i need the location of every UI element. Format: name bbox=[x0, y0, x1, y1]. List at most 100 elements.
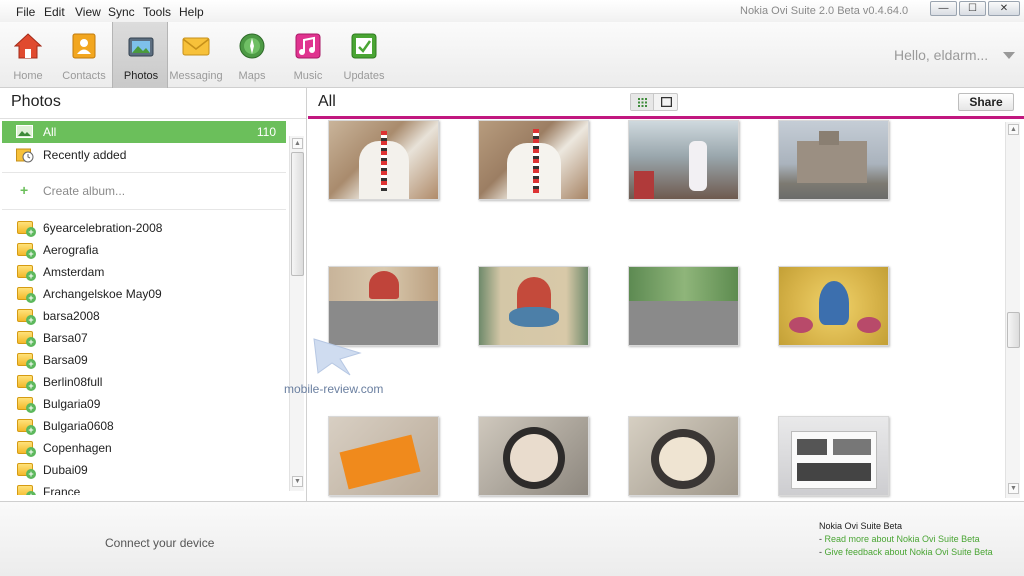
updates-icon bbox=[351, 33, 377, 59]
photo-thumbnail[interactable] bbox=[478, 120, 589, 200]
album-item[interactable]: barsa2008 bbox=[2, 305, 286, 327]
album-label: 6yearcelebration-2008 bbox=[43, 221, 163, 235]
watermark-logo bbox=[313, 338, 362, 376]
footer: Connect your device Nokia Ovi Suite Beta… bbox=[0, 501, 1024, 576]
album-item[interactable]: Archangelskoe May09 bbox=[2, 283, 286, 305]
toolbar-photos[interactable]: Photos bbox=[112, 22, 168, 88]
album-label: barsa2008 bbox=[43, 309, 100, 323]
menu-edit[interactable]: Edit bbox=[44, 5, 65, 19]
photo-detail bbox=[634, 171, 654, 199]
chevron-down-icon[interactable] bbox=[1003, 52, 1015, 59]
album-item[interactable]: Barsa07 bbox=[2, 327, 286, 349]
pane-title: All bbox=[318, 93, 336, 110]
single-view-button[interactable] bbox=[655, 94, 678, 110]
photo-thumbnail[interactable] bbox=[778, 120, 889, 200]
photo-detail bbox=[689, 141, 707, 191]
album-label: Barsa09 bbox=[43, 353, 88, 367]
album-item[interactable]: France bbox=[2, 481, 286, 495]
photo-scrollbar[interactable]: ▲ ▼ bbox=[1005, 122, 1020, 498]
photo-thumbnail[interactable] bbox=[328, 120, 439, 200]
photo-thumbnail[interactable] bbox=[778, 416, 889, 496]
photo-detail bbox=[797, 439, 827, 455]
scroll-up-icon[interactable]: ▲ bbox=[292, 138, 303, 149]
menu-sync[interactable]: Sync bbox=[108, 5, 135, 19]
toolbar-contacts[interactable]: Contacts bbox=[56, 22, 112, 88]
user-greeting[interactable]: Hello, eldarm... bbox=[894, 47, 988, 63]
folder-icon bbox=[17, 441, 36, 457]
album-item[interactable]: Barsa09 bbox=[2, 349, 286, 371]
toolbar-messaging[interactable]: Messaging bbox=[168, 22, 224, 88]
menu-tools[interactable]: Tools bbox=[143, 5, 171, 19]
grid-icon bbox=[638, 98, 647, 107]
photo-thumbnail[interactable] bbox=[628, 120, 739, 200]
scroll-down-icon[interactable]: ▼ bbox=[292, 476, 303, 487]
share-button[interactable]: Share bbox=[958, 93, 1014, 111]
folder-icon bbox=[17, 265, 36, 281]
album-item[interactable]: Bulgaria09 bbox=[2, 393, 286, 415]
scroll-thumb[interactable] bbox=[291, 152, 304, 276]
toolbar-label: Maps bbox=[238, 70, 266, 82]
connect-device-status: Connect your device bbox=[105, 536, 215, 550]
album-item[interactable]: Dubai09 bbox=[2, 459, 286, 481]
photo-thumbnail[interactable] bbox=[628, 416, 739, 496]
close-button[interactable]: ✕ bbox=[988, 1, 1020, 16]
album-item[interactable]: 6yearcelebration-2008 bbox=[2, 217, 286, 239]
toolbar-music[interactable]: Music bbox=[280, 22, 336, 88]
home-icon bbox=[14, 33, 42, 59]
photo-detail bbox=[381, 131, 387, 191]
folder-icon bbox=[17, 463, 36, 479]
photo-thumbnail[interactable] bbox=[478, 266, 589, 346]
album-scrollbar[interactable]: ▲ ▼ bbox=[289, 136, 304, 491]
album-item[interactable]: Berlin08full bbox=[2, 371, 286, 393]
photo-detail bbox=[819, 131, 839, 145]
toolbar-maps[interactable]: Maps bbox=[224, 22, 280, 88]
photo-thumbnail[interactable] bbox=[328, 416, 439, 496]
divider bbox=[308, 116, 1024, 119]
read-more-link[interactable]: - Read more about Nokia Ovi Suite Beta bbox=[819, 534, 980, 544]
watermark-text: mobile-review.com bbox=[284, 382, 384, 396]
photo-detail bbox=[533, 129, 539, 193]
album-list: 6yearcelebration-2008 Aerografia Amsterdam… bbox=[0, 88, 288, 495]
photo-detail bbox=[629, 267, 738, 301]
maximize-button[interactable]: ☐ bbox=[959, 1, 986, 16]
album-item[interactable]: Aerografia bbox=[2, 239, 286, 261]
give-feedback-link[interactable]: - Give feedback about Nokia Ovi Suite Be… bbox=[819, 547, 993, 557]
menu-help[interactable]: Help bbox=[179, 5, 204, 19]
minimize-button[interactable]: — bbox=[930, 1, 957, 16]
photo-thumbnail[interactable] bbox=[478, 416, 589, 496]
toolbar-label: Music bbox=[293, 70, 323, 82]
album-item[interactable]: Amsterdam bbox=[2, 261, 286, 283]
album-label: Barsa07 bbox=[43, 331, 88, 345]
photo-detail bbox=[659, 437, 707, 481]
give-feedback-link-text[interactable]: Give feedback about Nokia Ovi Suite Beta bbox=[825, 547, 993, 557]
toolbar-home[interactable]: Home bbox=[0, 22, 56, 88]
toolbar-label: Home bbox=[13, 70, 43, 82]
photo-detail bbox=[339, 434, 421, 490]
scroll-up-icon[interactable]: ▲ bbox=[1008, 124, 1019, 135]
folder-icon bbox=[17, 243, 36, 259]
folder-icon bbox=[17, 353, 36, 369]
photo-detail bbox=[833, 439, 871, 455]
photo-detail bbox=[819, 281, 849, 325]
maps-icon bbox=[239, 33, 265, 59]
album-label: Amsterdam bbox=[43, 265, 105, 279]
toolbar-updates[interactable]: Updates bbox=[336, 22, 392, 88]
toolbar-label: Contacts bbox=[62, 70, 106, 82]
single-view-icon bbox=[661, 97, 672, 107]
album-item[interactable]: Copenhagen bbox=[2, 437, 286, 459]
footer-title: Nokia Ovi Suite Beta bbox=[819, 521, 903, 531]
read-more-link-text[interactable]: Read more about Nokia Ovi Suite Beta bbox=[825, 534, 980, 544]
album-item[interactable]: Bulgaria0608 bbox=[2, 415, 286, 437]
photo-thumbnail[interactable] bbox=[778, 266, 889, 346]
photo-detail bbox=[797, 463, 871, 481]
album-label: Aerografia bbox=[43, 243, 99, 257]
grid-view-button[interactable] bbox=[631, 94, 654, 110]
menu-file[interactable]: File bbox=[16, 5, 35, 19]
album-label: Archangelskoe May09 bbox=[43, 287, 162, 301]
menu-view[interactable]: View bbox=[75, 5, 101, 19]
scroll-thumb[interactable] bbox=[1007, 312, 1020, 348]
photo-thumbnail[interactable] bbox=[628, 266, 739, 346]
toolbar-label: Updates bbox=[343, 70, 385, 82]
folder-icon bbox=[17, 419, 36, 435]
scroll-down-icon[interactable]: ▼ bbox=[1008, 483, 1019, 494]
